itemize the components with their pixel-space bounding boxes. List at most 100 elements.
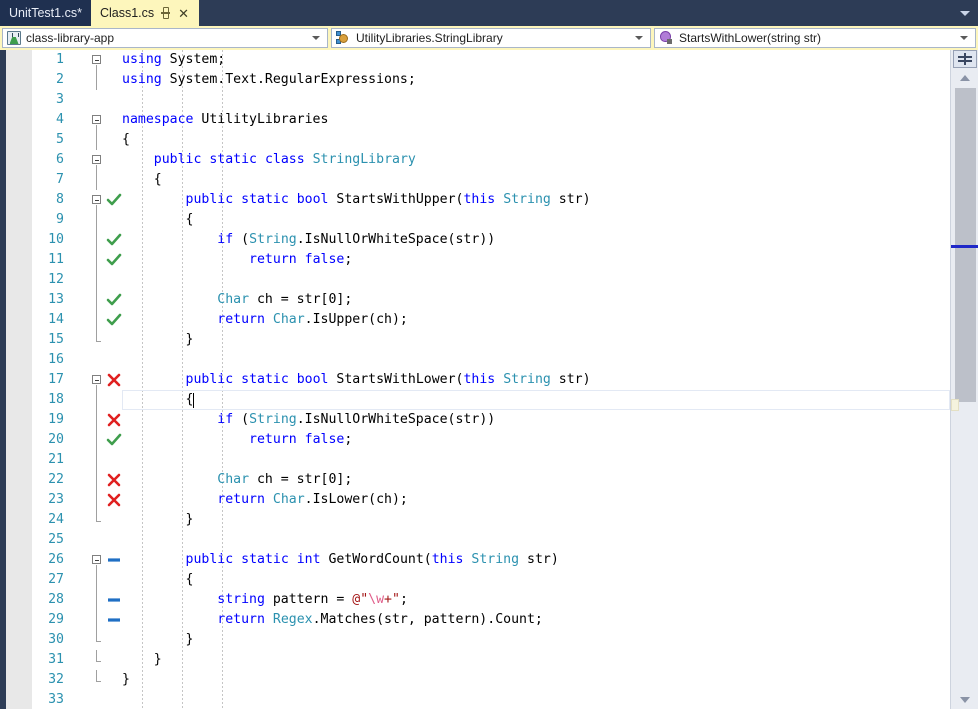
fold-guide <box>96 330 97 341</box>
code-line[interactable]: 14 return Char.IsUpper(ch); <box>0 310 950 330</box>
code-line[interactable]: 28 string pattern = @"\w+"; <box>0 590 950 610</box>
code-line[interactable]: 19 if (String.IsNullOrWhiteSpace(str)) <box>0 410 950 430</box>
fold-toggle-icon[interactable] <box>92 55 101 64</box>
split-editor-icon[interactable] <box>953 50 977 68</box>
code-line[interactable]: 6 public static class StringLibrary <box>0 150 950 170</box>
code-token: static <box>209 152 257 167</box>
scroll-up-icon[interactable] <box>953 69 977 86</box>
vertical-scrollbar[interactable] <box>950 50 978 709</box>
code-line[interactable]: 8 public static bool StartsWithUpper(thi… <box>0 190 950 210</box>
code-line[interactable]: 16 <box>0 350 950 370</box>
code-line[interactable]: 9 { <box>0 210 950 230</box>
line-number: 14 <box>48 312 64 327</box>
code-token: pattern = <box>264 592 353 607</box>
pin-icon[interactable] <box>160 7 171 19</box>
code-line[interactable]: 33 <box>0 690 950 709</box>
code-line[interactable]: 26 public static int GetWordCount(this S… <box>0 550 950 570</box>
code-token: String <box>503 192 551 207</box>
fold-toggle-icon[interactable] <box>92 155 101 164</box>
code-line[interactable]: 7 { <box>0 170 950 190</box>
code-line[interactable]: 29 return Regex.Matches(str, pattern).Co… <box>0 610 950 630</box>
code-text: namespace UtilityLibraries <box>122 110 328 130</box>
navbar-project-dropdown[interactable]: class-library-app <box>2 28 328 48</box>
close-icon[interactable]: ✕ <box>177 7 190 20</box>
fold-toggle-icon[interactable] <box>92 195 101 204</box>
code-token: return <box>249 252 297 267</box>
navbar-project-label: class-library-app <box>26 31 115 45</box>
code-token: UtilityLibraries <box>193 112 329 127</box>
line-number: 11 <box>48 252 64 267</box>
code-line[interactable]: 12 <box>0 270 950 290</box>
code-lines-container[interactable]: 1 using System; 2 using System.Text.Regular… <box>0 50 950 709</box>
line-number: 6 <box>56 152 64 167</box>
code-line[interactable]: 2 using System.Text.RegularExpressions; <box>0 70 950 90</box>
code-line[interactable]: 11 return false; <box>0 250 950 270</box>
code-line[interactable]: 23 return Char.IsLower(ch); <box>0 490 950 510</box>
line-number: 31 <box>48 652 64 667</box>
line-number: 1 <box>56 52 64 67</box>
code-line[interactable]: 15 } <box>0 330 950 350</box>
line-number: 30 <box>48 632 64 647</box>
code-token: ch = str[ <box>249 292 329 307</box>
code-line[interactable]: 17 public static bool StartsWithLower(th… <box>0 370 950 390</box>
code-token: public <box>153 152 202 167</box>
navbar-type-label: UtilityLibraries.StringLibrary <box>356 31 503 45</box>
tab-overflow-button[interactable] <box>952 0 978 26</box>
code-line[interactable]: 3 <box>0 90 950 110</box>
fold-guide <box>96 170 97 190</box>
tab-unittest1[interactable]: UnitTest1.cs* <box>0 0 91 26</box>
code-line[interactable]: 1 using System; <box>0 50 950 70</box>
fold-guide <box>96 390 97 410</box>
code-line[interactable]: 30 } <box>0 630 950 650</box>
code-text: return false; <box>122 250 352 270</box>
code-text: public static int GetWordCount(this Stri… <box>122 550 559 570</box>
code-line[interactable]: 31 } <box>0 650 950 670</box>
fold-guide <box>96 670 97 681</box>
code-token: string <box>217 592 265 607</box>
code-text: Char ch = str[0]; <box>122 470 352 490</box>
navbar-type-dropdown[interactable]: UtilityLibraries.StringLibrary <box>331 28 651 48</box>
code-line[interactable]: 32} <box>0 670 950 690</box>
fold-toggle-icon[interactable] <box>92 555 101 564</box>
code-line[interactable]: 13 Char ch = str[0]; <box>0 290 950 310</box>
fold-guide-end <box>96 521 101 522</box>
tab-label: Class1.cs <box>99 6 155 20</box>
code-token: { <box>122 212 194 227</box>
code-line[interactable]: 10 if (String.IsNullOrWhiteSpace(str)) <box>0 230 950 250</box>
fold-toggle-icon[interactable] <box>92 115 101 124</box>
code-line[interactable]: 25 <box>0 530 950 550</box>
code-line[interactable]: 27 { <box>0 570 950 590</box>
code-line[interactable]: 20 return false; <box>0 430 950 450</box>
code-token: } <box>122 672 130 687</box>
scroll-down-icon[interactable] <box>953 691 977 708</box>
code-line[interactable]: 24 } <box>0 510 950 530</box>
code-token: GetWordCount( <box>320 552 432 567</box>
code-text: return Regex.Matches(str, pattern).Count… <box>122 610 543 630</box>
code-line[interactable]: 21 <box>0 450 950 470</box>
code-editor-surface[interactable]: 1 using System; 2 using System.Text.Regular… <box>0 50 978 709</box>
tab-label: UnitTest1.cs* <box>9 6 82 20</box>
gutter-glyphs <box>86 350 136 370</box>
line-number: 10 <box>48 232 64 247</box>
code-text: { <box>122 390 194 410</box>
code-line[interactable]: 4 namespace UtilityLibraries <box>0 110 950 130</box>
code-line[interactable]: 22 Char ch = str[0]; <box>0 470 950 490</box>
fold-toggle-icon[interactable] <box>92 375 101 384</box>
line-number: 24 <box>48 512 64 527</box>
navbar-member-dropdown[interactable]: StartsWithLower(string str) <box>654 28 976 48</box>
code-text: { <box>122 170 162 190</box>
code-line[interactable]: 18 { <box>0 390 950 410</box>
tab-class1[interactable]: Class1.cs ✕ <box>90 0 200 26</box>
line-number: 12 <box>48 272 64 287</box>
code-token: public <box>185 552 234 567</box>
fold-guide <box>96 310 97 330</box>
code-line[interactable]: 5{ <box>0 130 950 150</box>
code-token: StartsWithUpper( <box>328 192 464 207</box>
